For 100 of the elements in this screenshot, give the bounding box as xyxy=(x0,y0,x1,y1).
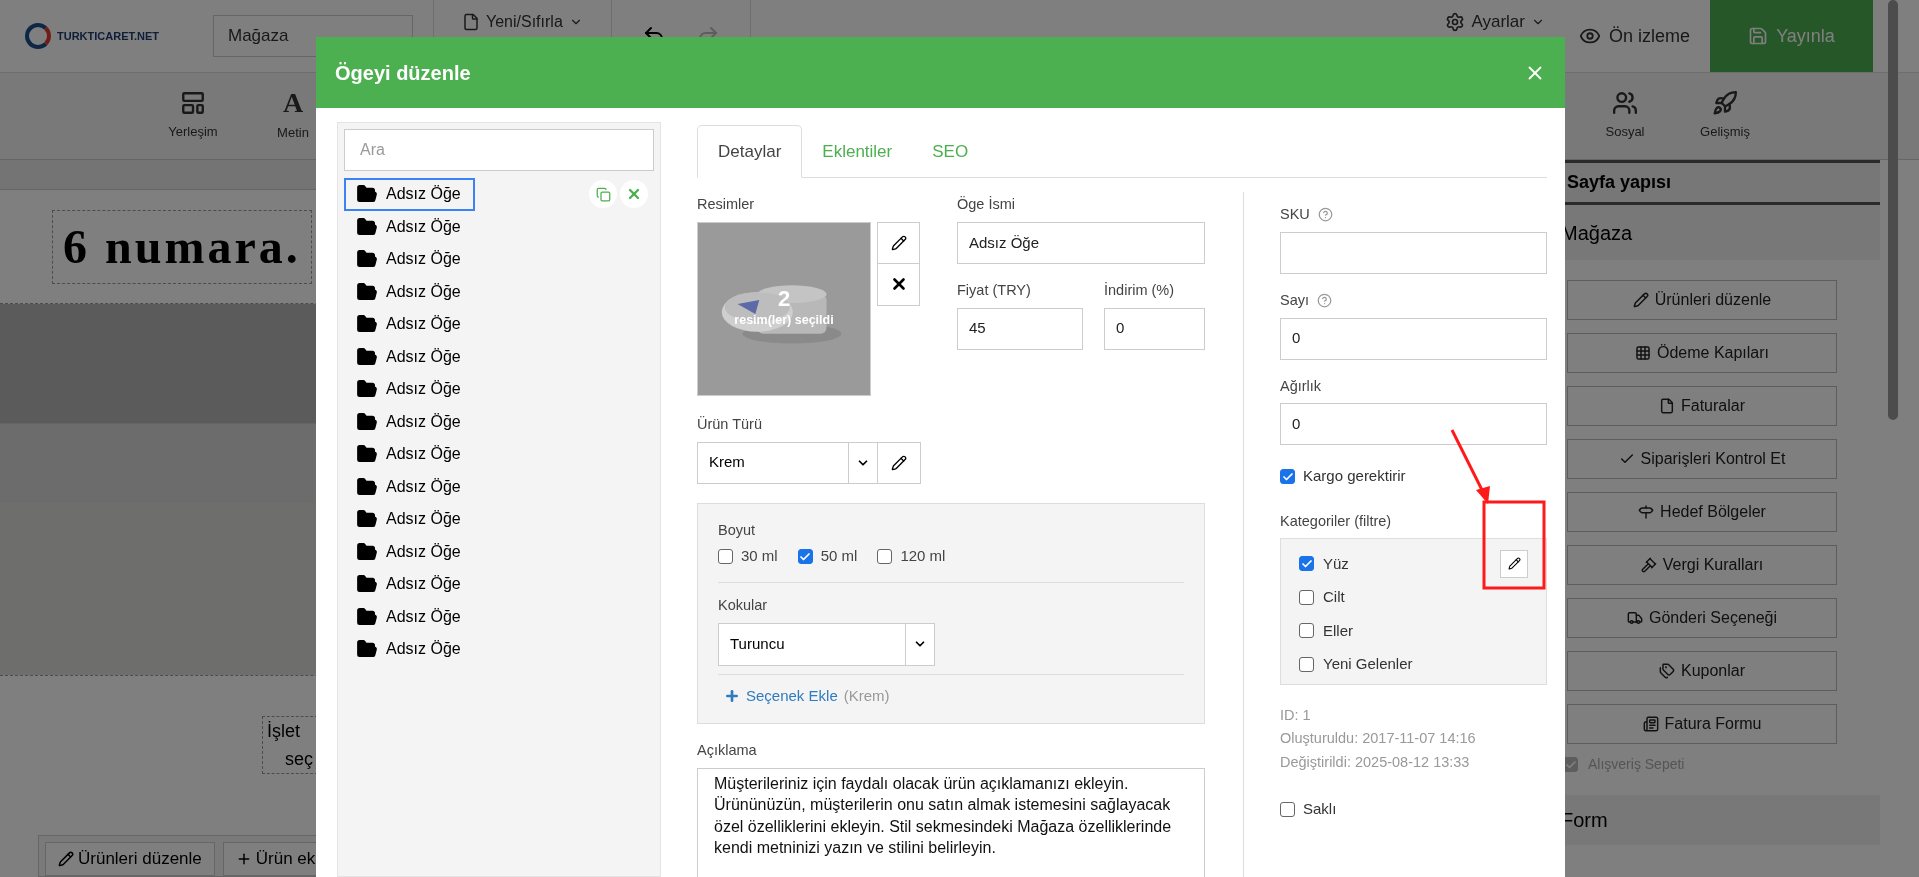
tree-item[interactable]: Adsız Öğe xyxy=(344,210,475,244)
tab[interactable]: Detaylar xyxy=(697,125,803,178)
font-glyph-icon: A xyxy=(282,89,304,118)
people-icon xyxy=(1612,90,1638,117)
settings-icon xyxy=(1445,12,1466,32)
toolbar-button[interactable]: Sosyal xyxy=(1580,90,1670,142)
file-icon xyxy=(1659,398,1675,414)
canvas-button[interactable]: Ürünleri düzenle xyxy=(45,842,215,876)
tree-item[interactable]: Adsız Öğe xyxy=(344,242,475,276)
page-heading: 6 numara. xyxy=(63,219,301,273)
tree-item[interactable]: Adsız Öğe xyxy=(344,600,475,634)
field-label: Resimler xyxy=(697,195,756,214)
scent-select[interactable]: Turuncu xyxy=(718,622,935,666)
scrollbar[interactable] xyxy=(1888,0,1898,420)
field-label: Sayı xyxy=(1280,290,1309,310)
grid-icon xyxy=(1634,345,1651,361)
preview-button[interactable]: Ön izleme xyxy=(1558,0,1710,72)
field-label: İndirim (%) xyxy=(1104,280,1176,300)
tree-item[interactable]: Adsız Öğe xyxy=(344,632,475,666)
meta-text: ID: 1 xyxy=(1280,705,1312,725)
field-label: Öge İsmi xyxy=(957,195,1016,214)
sidebar-button[interactable]: Ödeme Kapıları xyxy=(1567,333,1837,373)
tree-item[interactable]: Adsız Öğe xyxy=(344,275,475,309)
pencil-icon xyxy=(58,851,74,867)
checkbox[interactable] xyxy=(1299,589,1314,605)
tree-item[interactable]: Adsız Öğe xyxy=(344,502,475,536)
edit-type-button[interactable] xyxy=(878,441,921,484)
toolbar-button[interactable]: Gelişmiş xyxy=(1680,90,1770,142)
sidebar-button[interactable]: Vergi Kuralları xyxy=(1567,545,1837,585)
checkbox-label: Kargo gerektirir xyxy=(1303,466,1406,487)
checkbox[interactable] xyxy=(1280,469,1295,484)
tree-item[interactable]: Adsız Öğe xyxy=(344,437,475,471)
tree-item[interactable]: Adsız Öğe xyxy=(344,567,475,601)
logo: TURKTICARET.NET xyxy=(57,28,160,44)
count-field[interactable]: 0 xyxy=(1280,317,1547,360)
tree-item[interactable]: Adsız Öğe xyxy=(344,372,475,406)
plus-icon xyxy=(724,687,740,704)
save-icon xyxy=(1748,26,1769,46)
checkbox[interactable] xyxy=(1280,801,1295,817)
folder-icon xyxy=(356,475,378,498)
sku-field[interactable] xyxy=(1280,231,1547,274)
meta-text: Değiştirildi: 2025-08-12 13:33 xyxy=(1280,753,1471,772)
field-label: Boyut xyxy=(718,520,757,540)
remove-image-button[interactable] xyxy=(877,263,920,306)
checkbox[interactable] xyxy=(877,549,893,564)
description-field[interactable]: Müşterileriniz için faydalı olacak ürün açıklamanızı ekleyin. Ürününüzün, müşterilerin onu satın almak istemesini sağlayacak özel özelliklerini ekleyin. Stil sekmesindeki Mağaza özelliklerinde kendi metninizi yazın ve stilini belirleyin. xyxy=(697,767,1205,877)
tree-item[interactable]: Adsız Öğe xyxy=(344,340,475,374)
tree-item[interactable]: Adsız Öğe xyxy=(344,470,475,504)
pencil-icon xyxy=(1507,557,1521,570)
name-field[interactable]: Adsız Öğe xyxy=(957,221,1205,264)
folder-icon xyxy=(356,410,378,433)
sidebar-button[interactable]: Hedef Bölgeler xyxy=(1567,492,1837,532)
checkbox-label: Cilt xyxy=(1323,587,1345,607)
field-label: Açıklama xyxy=(697,741,758,760)
help-icon[interactable] xyxy=(1317,207,1333,223)
edit-categories-button[interactable] xyxy=(1500,549,1528,578)
truck-icon xyxy=(1626,610,1643,626)
tree-item[interactable]: Adsız Öğe xyxy=(344,405,475,439)
discount-field[interactable]: 0 xyxy=(1104,307,1205,350)
add-option-link[interactable]: Seçenek Ekle xyxy=(746,684,838,707)
checkbox[interactable] xyxy=(718,549,733,564)
checkbox[interactable] xyxy=(1299,623,1314,639)
tree-item[interactable]: Adsız Öğe xyxy=(344,177,475,211)
pencil-icon xyxy=(1632,292,1649,308)
checkbox-label: Saklı xyxy=(1303,798,1337,819)
sidebar-button[interactable]: Siparişleri Kontrol Et xyxy=(1567,439,1837,479)
new-reset-button[interactable]: Yeni/Sıfırla xyxy=(454,10,591,34)
checkbox[interactable] xyxy=(1299,556,1314,572)
sidebar-button[interactable]: Gönderi Seçeneği xyxy=(1567,598,1837,638)
field-label: Ürün Türü xyxy=(697,414,763,434)
weight-field[interactable]: 0 xyxy=(1280,403,1547,446)
checkbox-label: 120 ml xyxy=(900,546,946,567)
toolbar-button[interactable]: A Metin xyxy=(248,89,338,143)
search-field[interactable]: Ara xyxy=(344,129,654,171)
folder-icon xyxy=(356,605,378,628)
price-field[interactable]: 45 xyxy=(957,307,1083,350)
delete-button[interactable] xyxy=(620,180,648,209)
folder-icon xyxy=(356,540,378,563)
product-type-select[interactable]: Krem xyxy=(697,441,878,484)
sidebar-button[interactable]: Faturalar xyxy=(1567,386,1837,426)
folder-icon xyxy=(356,215,378,238)
file-icon xyxy=(462,13,480,31)
settings-button[interactable]: Ayarlar xyxy=(1431,10,1559,34)
sidebar-button[interactable]: Ürünleri düzenle xyxy=(1567,280,1837,320)
logo-icon xyxy=(25,23,51,49)
checkbox[interactable] xyxy=(1299,656,1314,672)
pencil-icon xyxy=(890,234,907,251)
edit-image-button[interactable] xyxy=(877,221,920,264)
form-icon xyxy=(1642,716,1659,732)
checkbox-label: 30 ml xyxy=(741,546,778,567)
toolbar-button[interactable]: Yerleşim xyxy=(148,90,238,142)
sidebar-button[interactable]: Kuponlar xyxy=(1567,651,1837,691)
checkbox[interactable] xyxy=(797,549,813,564)
sidebar-button[interactable]: Fatura Formu xyxy=(1567,704,1837,744)
help-icon[interactable] xyxy=(1317,293,1332,309)
checkbox-label: Yeni Gelenler xyxy=(1323,654,1413,674)
tree-item[interactable]: Adsız Öğe xyxy=(344,307,475,341)
tree-item[interactable]: Adsız Öğe xyxy=(344,535,475,569)
copy-icon xyxy=(595,186,611,202)
checkbox-label: Eller xyxy=(1323,620,1353,641)
